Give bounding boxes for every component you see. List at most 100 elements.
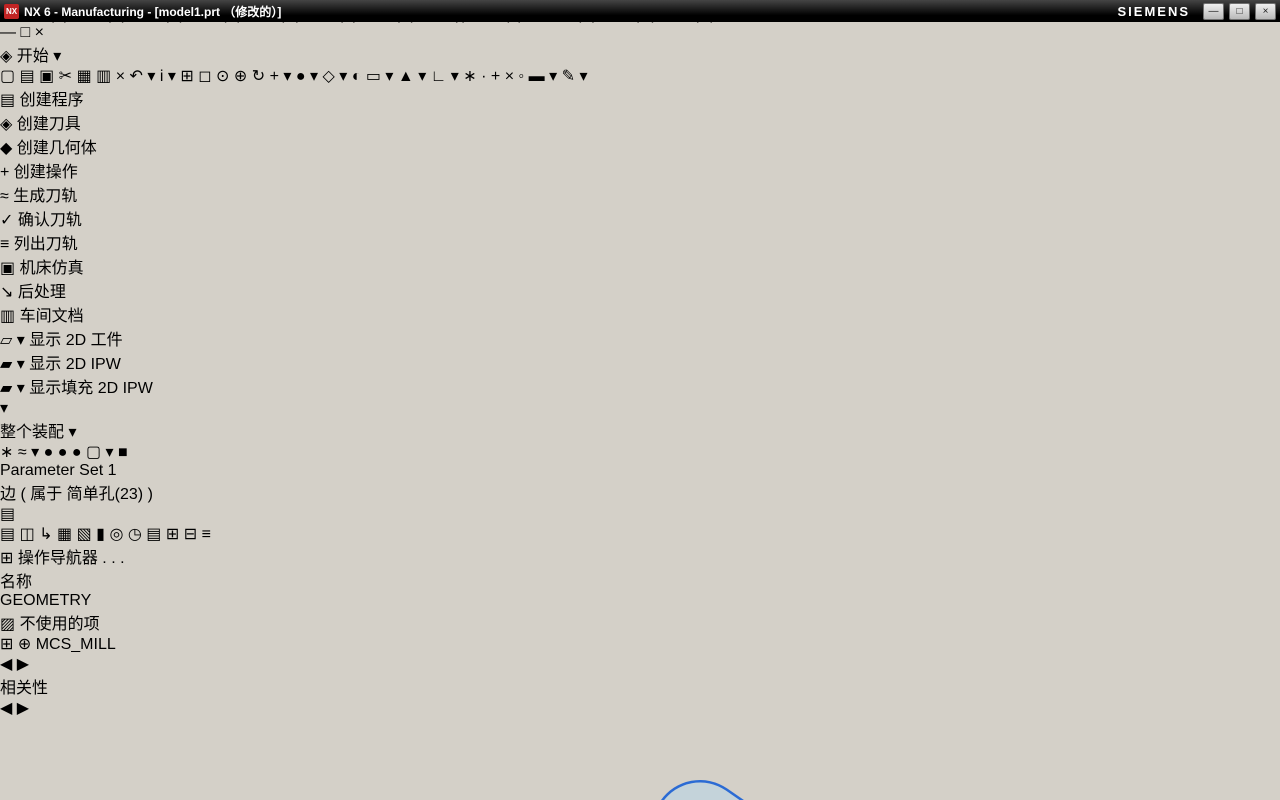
selection-link-icon[interactable]: ≈ [18, 444, 27, 461]
type-filter-combo[interactable]: ▾ [0, 398, 1280, 418]
reuse-library-icon[interactable]: ▦ [57, 526, 72, 543]
chevron-down-icon[interactable]: ▾ [339, 68, 347, 85]
status-panel-icon[interactable]: ▤ [0, 506, 15, 523]
open-file-icon[interactable]: ▤ [20, 68, 35, 85]
zoom-box-icon[interactable]: ◻ [198, 68, 211, 85]
rectangle-select-icon[interactable]: ▢ [86, 444, 101, 461]
maximize-button[interactable]: □ [1229, 3, 1250, 20]
chevron-down-icon[interactable]: ▾ [0, 400, 8, 417]
scroll-right-icon[interactable]: ▶ [17, 700, 29, 717]
chevron-down-icon[interactable]: ▾ [549, 68, 557, 85]
graphics-viewport[interactable]: * * * * * ZM XC YC ZC Z Y X [0, 718, 1280, 800]
scroll-left-icon[interactable]: ◀ [0, 656, 12, 673]
generate-toolpath-button[interactable]: ≈ 生成刀轨 [0, 182, 1280, 206]
postprocess-button[interactable]: ↘ 后处理 [0, 278, 1280, 302]
create-geometry-button[interactable]: ◆ 创建几何体 [0, 134, 1280, 158]
chevron-down-icon[interactable]: ▾ [17, 332, 25, 349]
snap-center-icon[interactable]: + [491, 68, 500, 85]
snap-point-icon[interactable]: ∗ [0, 444, 13, 461]
verify-toolpath-button[interactable]: ✓ 确认刀轨 [0, 206, 1280, 230]
snap-end-icon[interactable]: ∗ [463, 68, 476, 85]
mdi-minimize-button[interactable]: — [0, 24, 16, 41]
expand-icon[interactable]: ⊞ [0, 636, 13, 653]
close-button[interactable]: × [1255, 3, 1276, 20]
delete-icon[interactable]: × [116, 68, 125, 85]
cut-icon[interactable]: ✂ [59, 68, 72, 85]
machine-simulate-button[interactable]: ▣ 机床仿真 [0, 254, 1280, 278]
tree-item-unused[interactable]: ▨ 不使用的项 [0, 610, 1280, 634]
zoom-in-out-icon[interactable]: ⊕ [234, 68, 247, 85]
chevron-down-icon[interactable]: ▾ [283, 68, 291, 85]
zoom-icon[interactable]: ⊙ [216, 68, 229, 85]
fit-view-icon[interactable]: ⊞ [180, 68, 193, 85]
rotate-view-icon[interactable]: ↻ [252, 68, 265, 85]
show-2d-workpiece-button[interactable]: ▱ ▾ 显示 2D 工件 [0, 326, 1280, 350]
chevron-down-icon[interactable]: ▾ [579, 68, 587, 85]
chevron-down-icon[interactable]: ▾ [147, 68, 155, 85]
column-header-name[interactable]: 名称 [0, 568, 1280, 592]
tree-item-geometry[interactable]: GEOMETRY [0, 592, 1280, 610]
highlight-sphere-icon[interactable]: ● [44, 444, 54, 461]
new-file-icon[interactable]: ▢ [0, 68, 15, 85]
chevron-down-icon[interactable]: ▾ [451, 68, 459, 85]
scroll-left-icon[interactable]: ◀ [0, 700, 12, 717]
render-style-icon[interactable]: ◐ [352, 68, 362, 85]
show-filled-2d-ipw-button[interactable]: ▰ ▾ 显示填充 2D IPW [0, 374, 1280, 398]
shaded-view-icon[interactable]: ● [296, 68, 306, 85]
analysis-monitor-icon[interactable]: ▮ [96, 526, 105, 543]
tree-item-mcs-mill[interactable]: ⊞ ⊕ MCS_MILL [0, 634, 1280, 654]
create-program-button[interactable]: ▤ 创建程序 [0, 86, 1280, 110]
selection-scope-combo[interactable]: 整个装配 ▾ [0, 418, 106, 442]
tree-horizontal-scrollbar[interactable]: ◀ ▶ [0, 654, 1280, 674]
chevron-down-icon[interactable]: ▾ [385, 68, 393, 85]
chevron-down-icon[interactable]: ▾ [106, 444, 114, 461]
dependencies-horizontal-scrollbar[interactable]: ◀ ▶ [0, 698, 1280, 718]
dependencies-section-header[interactable]: 相关性 [0, 674, 1280, 698]
solid-body-icon[interactable]: ■ [118, 444, 128, 461]
collapse-panel-icon[interactable]: ⊟ [184, 526, 197, 543]
create-operation-button[interactable]: + 创建操作 [0, 158, 1280, 182]
pin-panel-icon[interactable]: ≡ [202, 526, 211, 543]
undo-icon[interactable]: ↶ [130, 68, 143, 85]
snap-intersection-icon[interactable]: × [505, 68, 514, 85]
materials-palette-icon[interactable]: ▤ [146, 526, 161, 543]
save-icon[interactable]: ▣ [39, 68, 54, 85]
ball-select-icon[interactable]: ● [72, 444, 82, 461]
start-menu-button[interactable]: ◈ 开始 ▾ [0, 42, 1280, 66]
hd3d-tools-icon[interactable]: ▧ [77, 526, 92, 543]
snap-quadrant-icon[interactable]: ◦ [519, 68, 525, 85]
wcs-orient-icon[interactable]: ∟ [431, 68, 447, 85]
web-browser-icon[interactable]: ◎ [109, 526, 123, 543]
orient-view-icon[interactable]: ▲ [398, 68, 414, 85]
command-finder-icon[interactable]: i [160, 68, 164, 85]
snap-mid-icon[interactable]: · [481, 68, 486, 85]
history-palette-icon[interactable]: ◷ [128, 526, 142, 543]
shop-documentation-button[interactable]: ▥ 车间文档 [0, 302, 1280, 326]
paste-icon[interactable]: ▥ [96, 68, 111, 85]
sketch-icon[interactable]: ✎ [562, 68, 575, 85]
chevron-down-icon[interactable]: ▾ [310, 68, 318, 85]
chevron-down-icon[interactable]: ▾ [17, 356, 25, 373]
expand-panel-icon[interactable]: ⊞ [166, 526, 179, 543]
mdi-close-button[interactable]: × [35, 24, 44, 41]
list-toolpath-button[interactable]: ≡ 列出刀轨 [0, 230, 1280, 254]
chevron-down-icon[interactable]: ▾ [168, 68, 176, 85]
pan-view-icon[interactable]: + [270, 68, 279, 85]
navigator-header[interactable]: ⊞ 操作导航器 . . . [0, 544, 1280, 568]
copy-icon[interactable]: ▦ [77, 68, 92, 85]
mdi-restore-button[interactable]: □ [20, 24, 30, 41]
show-2d-ipw-button[interactable]: ▰ ▾ 显示 2D IPW [0, 350, 1280, 374]
part-navigator-icon[interactable]: ↳ [39, 526, 52, 543]
shaded-sphere-icon[interactable]: ● [58, 444, 68, 461]
chevron-down-icon[interactable]: ▾ [17, 380, 25, 397]
scroll-right-icon[interactable]: ▶ [17, 656, 29, 673]
chevron-down-icon[interactable]: ▾ [418, 68, 426, 85]
create-tool-button[interactable]: ◈ 创建刀具 [0, 110, 1280, 134]
measure-icon[interactable]: ▬ [529, 68, 545, 85]
chevron-down-icon[interactable]: ▾ [68, 424, 76, 441]
model-canvas[interactable]: * * * * * ZM XC YC ZC Z Y X [0, 718, 1090, 800]
constraint-navigator-icon[interactable]: ◫ [20, 526, 35, 543]
assembly-navigator-icon[interactable]: ▤ [0, 526, 15, 543]
background-color-icon[interactable]: ▭ [366, 68, 381, 85]
chevron-down-icon[interactable]: ▾ [31, 444, 39, 461]
